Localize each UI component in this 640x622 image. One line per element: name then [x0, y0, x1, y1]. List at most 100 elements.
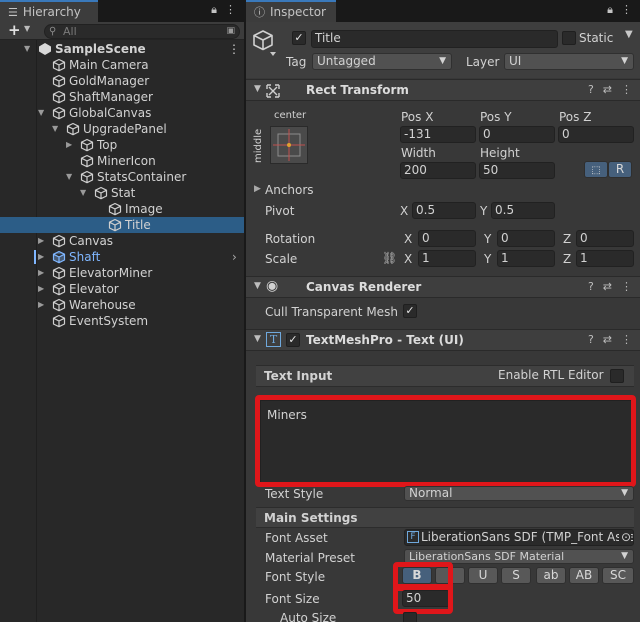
- canvas-renderer-header[interactable]: ▼ ◉ Canvas Renderer ? ⇄ ⋮: [246, 276, 640, 298]
- gameobject-cube-icon[interactable]: [252, 29, 278, 57]
- pivot-x-field[interactable]: 0.5: [412, 202, 476, 219]
- material-preset-label: Material Preset: [265, 551, 355, 565]
- foldout-open-icon[interactable]: ▼: [254, 84, 261, 94]
- hierarchy-item[interactable]: ▶ Shaft ›: [0, 249, 244, 265]
- hierarchy-item[interactable]: ▼ Stat: [0, 185, 244, 201]
- search-input[interactable]: ⚲ All ▣: [44, 24, 240, 39]
- hierarchy-item[interactable]: GoldManager: [0, 73, 244, 89]
- hierarchy-item-label: Main Camera: [69, 58, 149, 72]
- hierarchy-item-label: EventSystem: [69, 314, 149, 328]
- preset-icon[interactable]: ⇄: [603, 333, 612, 346]
- hierarchy-item[interactable]: ShaftManager: [0, 89, 244, 105]
- layer-dropdown[interactable]: UI ▼: [504, 53, 634, 70]
- hierarchy-item[interactable]: Main Camera: [0, 57, 244, 73]
- hierarchy-item[interactable]: Image: [0, 201, 244, 217]
- hierarchy-scene-row[interactable]: ▼ SampleScene ⋮: [0, 41, 244, 57]
- rect-transform-header[interactable]: ▼ Rect Transform ? ⇄ ⋮: [246, 79, 640, 101]
- foldout-open-icon[interactable]: ▼: [38, 105, 44, 121]
- hierarchy-item[interactable]: ▼ StatsContainer: [0, 169, 244, 185]
- font-style-button[interactable]: AB: [569, 567, 599, 584]
- rotation-z-field[interactable]: 0: [576, 230, 634, 247]
- blueprint-mode-button[interactable]: ⬚: [584, 161, 608, 178]
- foldout-closed-icon[interactable]: ▶: [38, 233, 44, 249]
- add-dropdown-arrow-icon[interactable]: ▼: [24, 24, 30, 33]
- foldout-closed-icon[interactable]: ▶: [38, 281, 44, 297]
- foldout-closed-icon[interactable]: ▶: [38, 249, 44, 265]
- font-style-button[interactable]: ab: [536, 567, 566, 584]
- hierarchy-item[interactable]: ▼ UpgradePanel: [0, 121, 244, 137]
- hierarchy-item[interactable]: ▼ GlobalCanvas: [0, 105, 244, 121]
- font-style-button[interactable]: SC: [602, 567, 634, 584]
- help-icon[interactable]: ?: [588, 280, 594, 293]
- foldout-open-icon[interactable]: ▼: [80, 185, 86, 201]
- pos-x-field[interactable]: -131: [400, 126, 476, 143]
- hierarchy-item-label: SampleScene: [55, 42, 146, 56]
- foldout-open-icon[interactable]: ▼: [52, 121, 58, 137]
- lock-icon[interactable]: 🔒︎: [211, 3, 217, 17]
- foldout-open-icon[interactable]: ▼: [254, 281, 261, 291]
- more-vert-icon[interactable]: ⋮: [225, 3, 236, 17]
- font-asset-field[interactable]: F LiberationSans SDF (TMP_Font Asse ⊙: [404, 529, 634, 546]
- preset-icon[interactable]: ⇄: [603, 83, 612, 96]
- foldout-closed-icon[interactable]: ▶: [38, 297, 44, 313]
- unlinked-scale-icon[interactable]: ⛓: [382, 251, 397, 265]
- active-checkbox[interactable]: ✓: [292, 31, 306, 45]
- anchors-foldout-label[interactable]: Anchors: [265, 183, 314, 197]
- font-style-button[interactable]: U: [468, 567, 498, 584]
- font-style-button[interactable]: S: [501, 567, 531, 584]
- hierarchy-item[interactable]: Title: [0, 217, 244, 233]
- foldout-closed-icon[interactable]: ▶: [66, 137, 72, 153]
- static-checkbox[interactable]: [562, 31, 576, 45]
- add-button[interactable]: +: [8, 21, 21, 39]
- scale-x-field[interactable]: 1: [418, 250, 476, 267]
- foldout-open-icon[interactable]: ▼: [24, 41, 30, 57]
- inspector-tab[interactable]: ⓘ Inspector: [246, 0, 336, 22]
- preset-icon[interactable]: ⇄: [603, 280, 612, 293]
- rtl-checkbox[interactable]: [610, 369, 624, 383]
- rotation-y-field[interactable]: 0: [497, 230, 555, 247]
- textmeshpro-header[interactable]: ▼ T ✓ TextMeshPro - Text (UI) ? ⇄ ⋮: [246, 329, 640, 351]
- hierarchy-item[interactable]: EventSystem: [0, 313, 244, 329]
- object-picker-icon[interactable]: ⊙: [618, 530, 631, 545]
- foldout-open-icon[interactable]: ▼: [66, 169, 72, 185]
- foldout-open-icon[interactable]: ▼: [254, 334, 261, 344]
- width-field[interactable]: 200: [400, 162, 476, 179]
- pos-z-field[interactable]: 0: [558, 126, 634, 143]
- scale-z-field[interactable]: 1: [576, 250, 634, 267]
- foldout-closed-icon[interactable]: ▶: [38, 265, 44, 281]
- cube-icon: [52, 234, 66, 248]
- rotation-label: Rotation: [265, 232, 316, 246]
- cull-mesh-checkbox[interactable]: ✓: [403, 304, 417, 318]
- help-icon[interactable]: ?: [588, 333, 594, 346]
- more-vert-icon[interactable]: ⋮: [228, 41, 240, 57]
- more-vert-icon[interactable]: ⋮: [621, 3, 632, 17]
- object-name-field[interactable]: Title: [311, 30, 558, 48]
- hierarchy-item[interactable]: MinerIcon: [0, 153, 244, 169]
- hierarchy-item[interactable]: ▶ Top: [0, 137, 244, 153]
- prefab-open-icon[interactable]: ›: [232, 249, 237, 265]
- scale-y-field[interactable]: 1: [497, 250, 555, 267]
- help-icon[interactable]: ?: [588, 83, 594, 96]
- height-field[interactable]: 50: [479, 162, 555, 179]
- search-filter-icon[interactable]: ▣: [226, 25, 235, 38]
- foldout-closed-icon[interactable]: ▶: [254, 184, 261, 194]
- more-vert-icon[interactable]: ⋮: [621, 333, 632, 346]
- hierarchy-tab[interactable]: ☰ Hierarchy: [0, 0, 98, 22]
- auto-size-checkbox[interactable]: [403, 612, 417, 622]
- text-style-dropdown[interactable]: Normal ▼: [404, 486, 634, 501]
- raw-edit-button[interactable]: R: [608, 161, 632, 178]
- more-vert-icon[interactable]: ⋮: [621, 280, 632, 293]
- tmp-enabled-checkbox[interactable]: ✓: [286, 333, 300, 347]
- tag-dropdown[interactable]: Untagged ▼: [312, 53, 452, 70]
- pivot-y-field[interactable]: 0.5: [491, 202, 555, 219]
- hierarchy-item[interactable]: ▶ Canvas: [0, 233, 244, 249]
- static-dropdown-arrow-icon[interactable]: ▼: [625, 29, 633, 40]
- pos-y-field[interactable]: 0: [479, 126, 555, 143]
- hierarchy-item[interactable]: ▶ Elevator: [0, 281, 244, 297]
- lock-icon[interactable]: 🔒︎: [607, 3, 613, 17]
- hierarchy-item[interactable]: ▶ ElevatorMiner: [0, 265, 244, 281]
- anchor-presets-button[interactable]: [270, 126, 308, 164]
- hierarchy-item[interactable]: ▶ Warehouse: [0, 297, 244, 313]
- more-vert-icon[interactable]: ⋮: [621, 83, 632, 96]
- rotation-x-field[interactable]: 0: [418, 230, 476, 247]
